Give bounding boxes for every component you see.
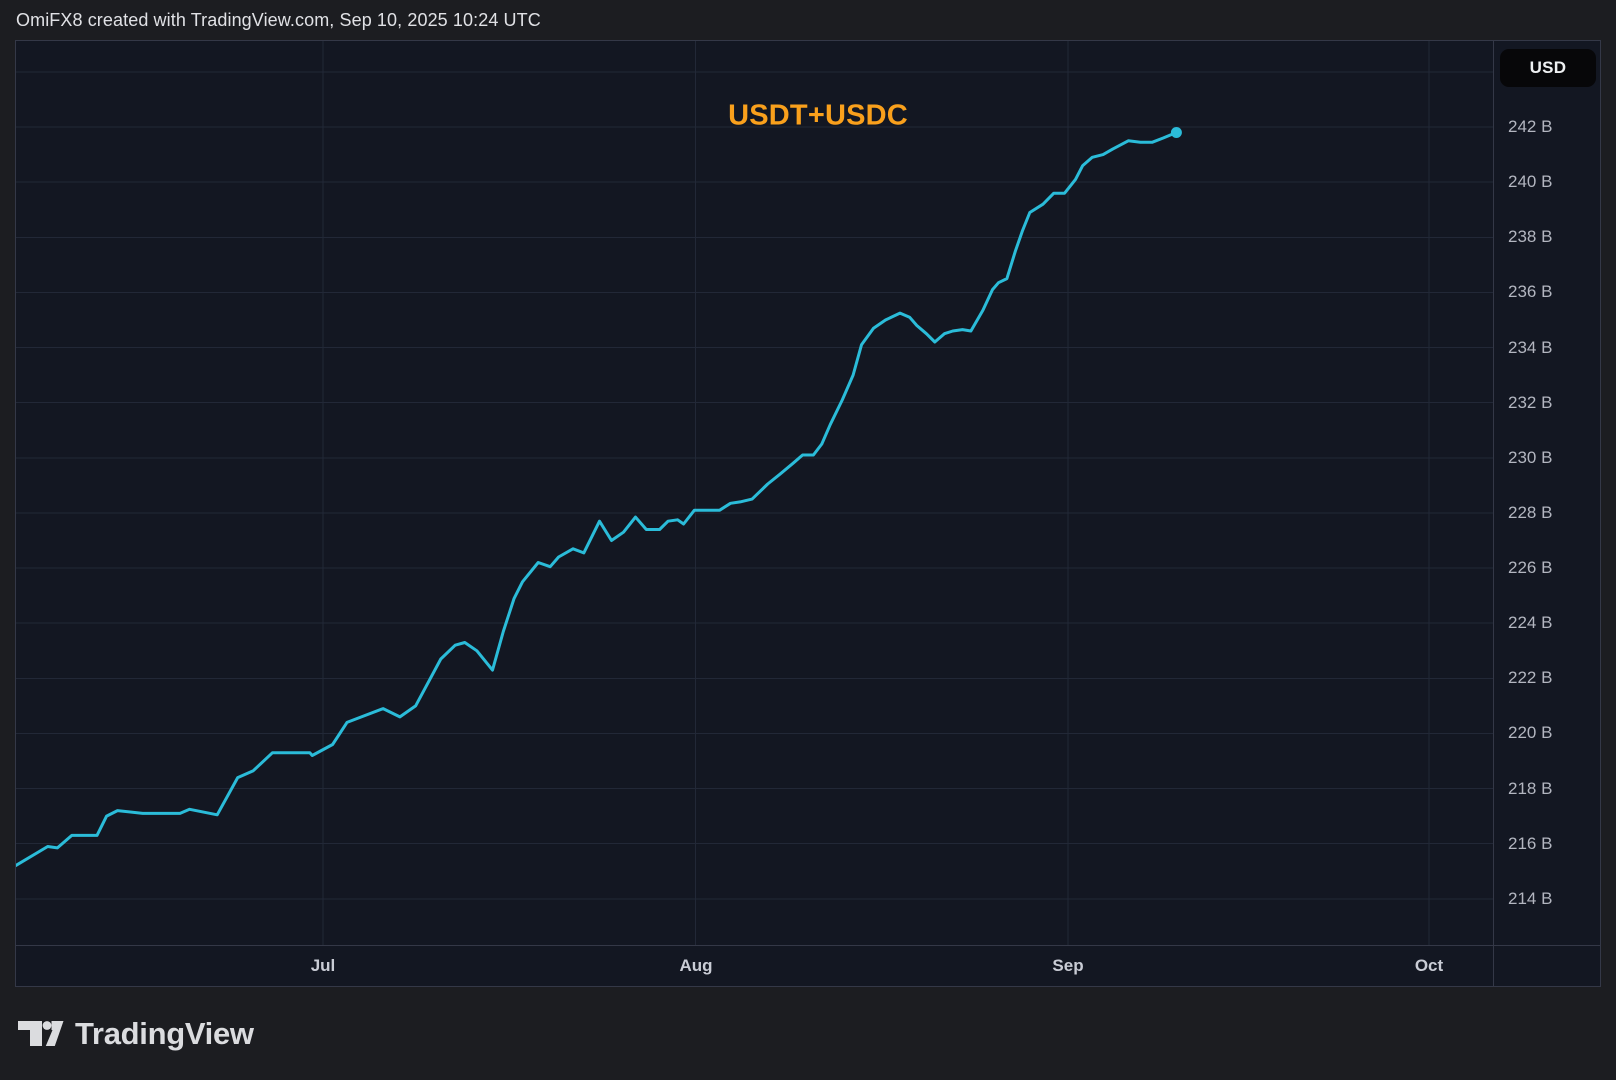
x-axis-month-label: Aug xyxy=(656,956,736,976)
y-axis-tick-label: 214 B xyxy=(1508,889,1552,909)
header-bar: OmiFX8 created with TradingView.com, Sep… xyxy=(16,0,1600,40)
y-axis-tick-label: 226 B xyxy=(1508,558,1552,578)
x-axis-month-label: Sep xyxy=(1028,956,1108,976)
x-axis-month-label: Jul xyxy=(283,956,363,976)
y-axis-tick-label: 228 B xyxy=(1508,503,1552,523)
y-axis-tick-label: 238 B xyxy=(1508,227,1552,247)
y-axis-tick-label: 222 B xyxy=(1508,668,1552,688)
y-axis: USD 242 B 240 B 238 B 236 B 234 B 232 B 230 B 2… xyxy=(1493,41,1600,945)
axis-separator xyxy=(1493,946,1494,987)
y-axis-tick-label: 240 B xyxy=(1508,172,1552,192)
tradingview-snapshot-page: OmiFX8 created with TradingView.com, Sep… xyxy=(0,0,1616,1080)
y-axis-tick-label: 236 B xyxy=(1508,282,1552,302)
x-axis: Jul Aug Sep Oct xyxy=(16,945,1600,986)
y-axis-tick-label: 242 B xyxy=(1508,117,1552,137)
attribution-text: OmiFX8 created with TradingView.com, Sep… xyxy=(16,10,541,31)
series-label: USDT+USDC xyxy=(728,100,908,133)
chart-frame: USDT+USDC USD 242 B 240 B 238 B 236 B 234 B 2… xyxy=(15,40,1601,987)
usd-currency-button[interactable]: USD xyxy=(1500,49,1596,87)
tradingview-logo[interactable]: TradingView xyxy=(18,1012,254,1054)
chart-plot-area: USDT+USDC xyxy=(16,41,1493,945)
series-line xyxy=(16,133,1176,866)
y-axis-tick-label: 230 B xyxy=(1508,448,1552,468)
y-axis-tick-label: 216 B xyxy=(1508,834,1552,854)
x-axis-month-label: Oct xyxy=(1389,956,1469,976)
price-chart xyxy=(16,41,1493,945)
tradingview-logo-icon xyxy=(18,1021,64,1046)
tradingview-wordmark: TradingView xyxy=(75,1018,254,1049)
y-axis-tick-label: 220 B xyxy=(1508,723,1552,743)
y-axis-tick-label: 234 B xyxy=(1508,338,1552,358)
last-point-marker xyxy=(1171,127,1182,138)
y-axis-tick-label: 224 B xyxy=(1508,613,1552,633)
y-axis-tick-label: 232 B xyxy=(1508,393,1552,413)
y-axis-tick-label: 218 B xyxy=(1508,779,1552,799)
